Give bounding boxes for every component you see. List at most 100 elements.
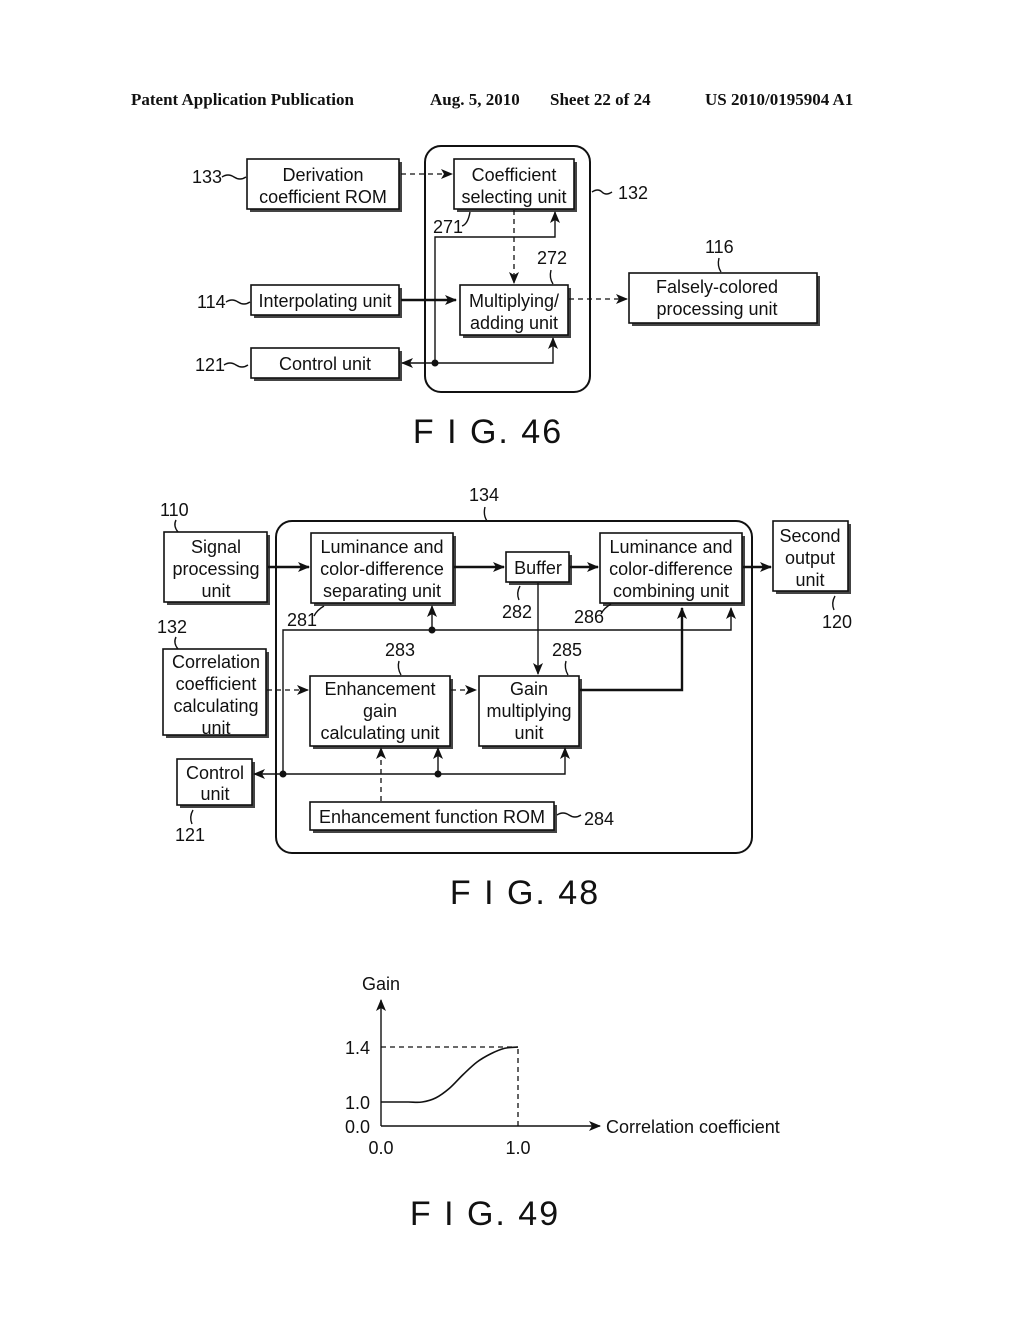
ref-283: 283 [385, 640, 415, 660]
fig46-caption: F I G. 46 [413, 413, 563, 451]
fig48-caption: F I G. 48 [450, 874, 600, 912]
block-label: unit [201, 581, 230, 601]
ref-271: 271 [433, 217, 463, 237]
multiplying-adding-unit-block: Multiplying/ adding unit [459, 284, 571, 338]
y-axis-title: Gain [362, 974, 400, 994]
second-output-unit-block: Second output unit [772, 520, 851, 594]
block-label: Signal [191, 537, 241, 557]
ref-110: 110 [160, 500, 189, 520]
x-tick-label: 1.0 [505, 1138, 530, 1158]
block-label: coefficient [176, 674, 257, 694]
block-label: adding unit [470, 313, 558, 333]
block-label: combining unit [613, 581, 729, 601]
block-label: multiplying [486, 701, 571, 721]
ref-121: 121 [195, 355, 225, 375]
block-label: color-difference [609, 559, 733, 579]
ref-leader [174, 519, 179, 533]
ref-281: 281 [287, 610, 317, 630]
interpolating-unit-block: Interpolating unit [250, 284, 402, 318]
y-tick-label: 1.4 [345, 1038, 370, 1058]
ref-leader [225, 299, 251, 305]
control-unit-block: Control unit [250, 347, 402, 381]
block-label: Buffer [514, 558, 562, 578]
ref-leader [190, 809, 194, 825]
correlation-coefficient-calculating-unit-block: Correlation coefficient calculating unit [162, 648, 269, 738]
ref-leader [517, 585, 521, 601]
x-axis-title: Correlation coefficient [606, 1117, 780, 1137]
block-label: Luminance and [609, 537, 732, 557]
coefficient-selecting-unit-block: Coefficient selecting unit [453, 158, 577, 212]
enhancement-function-rom-block: Enhancement function ROM [309, 801, 557, 833]
gain-multiplying-unit-block: Gain multiplying unit [478, 675, 582, 749]
ref-leader [564, 660, 569, 676]
ref-leader [174, 636, 179, 650]
block-label: unit [201, 718, 230, 738]
ref-133: 133 [192, 167, 222, 187]
ref-134: 134 [469, 485, 499, 505]
ref-leader [549, 269, 554, 285]
signal-processing-unit-block: Signal processing unit [163, 531, 270, 605]
ref-286: 286 [574, 607, 604, 627]
block-label: Second [779, 526, 840, 546]
block-label: coefficient ROM [259, 187, 387, 207]
x-tick-label: 0.0 [368, 1138, 393, 1158]
block-label: Correlation [172, 652, 260, 672]
ref-285: 285 [552, 640, 582, 660]
ref-leader [221, 174, 247, 180]
block-label: Interpolating unit [258, 291, 391, 311]
block-label: Control [186, 763, 244, 783]
fig49-gain-chart: Gain Correlation coefficient 0.0 1.0 1.4 0.… [345, 974, 780, 1158]
block-label: unit [795, 570, 824, 590]
ref-leader [591, 189, 613, 195]
ref-116: 116 [705, 237, 734, 257]
ref-leader [461, 211, 471, 227]
block-label: Gain [510, 679, 548, 699]
fig49-caption: F I G. 49 [410, 1195, 560, 1233]
block-label: selecting unit [461, 187, 566, 207]
ref-132: 132 [618, 183, 648, 203]
ref-120: 120 [822, 612, 852, 632]
falsely-colored-processing-unit-block: Falsely-colored processing unit [628, 272, 820, 326]
block-label: Control unit [279, 354, 371, 374]
block-label: calculating unit [320, 723, 439, 743]
bus-junction [431, 359, 439, 367]
block-label: Luminance and [320, 537, 443, 557]
ref-121: 121 [175, 825, 205, 845]
block-label: Enhancement function ROM [319, 807, 545, 827]
block-label: separating unit [323, 581, 441, 601]
ref-282: 282 [502, 602, 532, 622]
ref-132: 132 [157, 617, 187, 637]
fig46: 132 Derivation coefficient ROM 133 Coeff… [192, 145, 820, 451]
block-label: output [785, 548, 835, 568]
block-label: color-difference [320, 559, 444, 579]
block-label: calculating [173, 696, 258, 716]
block-label: Falsely-colored [656, 277, 778, 297]
block-label: gain [363, 701, 397, 721]
ref-114: 114 [197, 292, 226, 312]
ref-272: 272 [537, 248, 567, 268]
luminance-separating-unit-block: Luminance and color-difference separatin… [310, 532, 456, 606]
block-label: Enhancement [324, 679, 435, 699]
bus-junction [428, 626, 436, 634]
bus-to-multiplier-arrow [435, 337, 558, 364]
fig48: 134 Signal processing unit 110 Luminance… [157, 485, 852, 912]
ref-leader [223, 362, 249, 368]
block-label: Multiplying/ [469, 291, 559, 311]
ref-leader [483, 506, 488, 522]
figures-canvas: 132 Derivation coefficient ROM 133 Coeff… [157, 145, 852, 1233]
bus-junction [434, 770, 442, 778]
buffer-block: Buffer [505, 551, 572, 585]
y-tick-label: 1.0 [345, 1093, 370, 1113]
ref-leader [556, 812, 582, 818]
derivation-coefficient-rom-block: Derivation coefficient ROM [246, 158, 402, 212]
enhancement-gain-calculating-unit-block: Enhancement gain calculating unit [309, 675, 453, 749]
block-label: Coefficient [472, 165, 557, 185]
block-label: unit [514, 723, 543, 743]
control-unit-block: Control unit [176, 758, 255, 808]
bus-to-gain-multiplier-arrow [283, 747, 570, 775]
ref-leader [832, 595, 836, 611]
block-label: processing unit [656, 299, 777, 319]
bus-junction [279, 770, 287, 778]
gain-curve-line [381, 1046, 519, 1104]
block-label: Derivation [282, 165, 363, 185]
